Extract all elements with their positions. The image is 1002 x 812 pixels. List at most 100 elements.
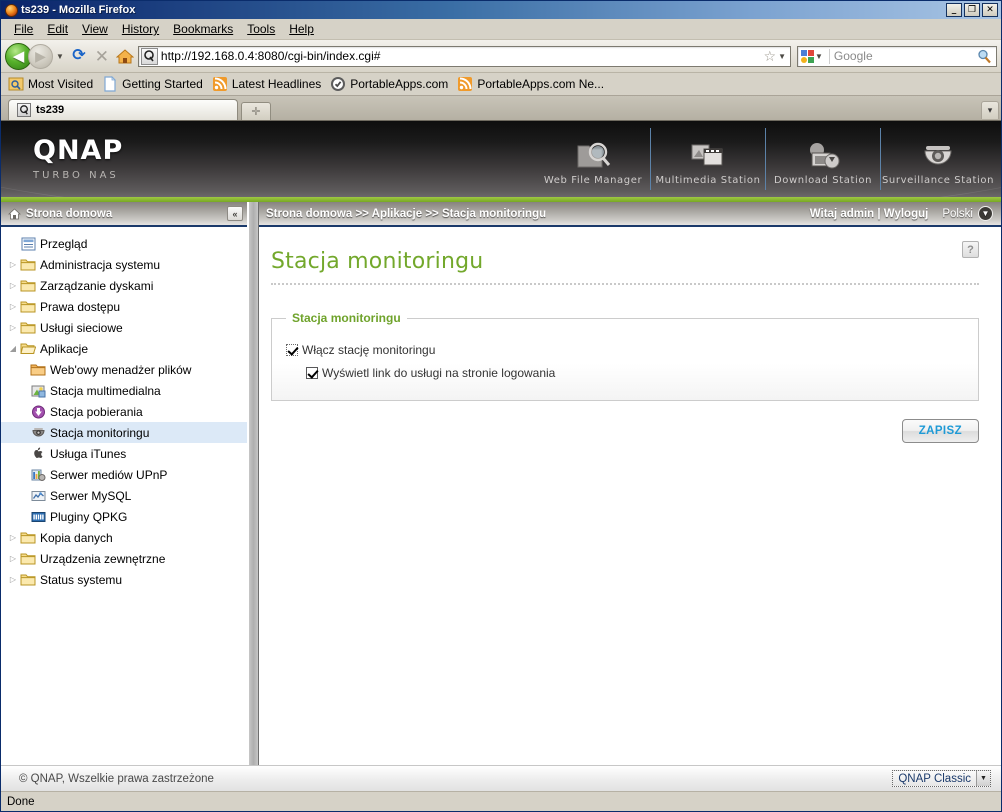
station-web-file-manager[interactable]: Web File Manager xyxy=(536,128,650,190)
sidebar-item-przeglad[interactable]: Przegląd xyxy=(1,233,247,254)
sidebar-item-web-file-manager[interactable]: Web'owy menadżer plików xyxy=(1,359,247,380)
twisty-icon[interactable]: ▷ xyxy=(7,281,19,290)
language-selector[interactable]: Polski ▼ xyxy=(942,206,993,221)
bookmark-portableapps[interactable]: PortableApps.com xyxy=(328,76,455,92)
help-button[interactable]: ? xyxy=(962,241,979,258)
bookmark-label: PortableApps.com Ne... xyxy=(477,77,605,91)
menu-item-bookmarks-label: Bookmarks xyxy=(173,22,234,36)
url-dropdown-icon[interactable]: ▼ xyxy=(778,52,786,61)
twisty-icon[interactable]: ▷ xyxy=(7,554,19,563)
sidebar-item-serwer-mediow-upnp[interactable]: Serwer mediów UPnP xyxy=(1,464,247,485)
twisty-icon[interactable]: ▷ xyxy=(7,533,19,542)
folder-search-icon xyxy=(574,138,612,172)
new-tab-button[interactable]: ✛ xyxy=(241,102,271,120)
maximize-button[interactable]: ❐ xyxy=(964,3,980,17)
station-shortcuts: Web File Manager Multimedia Station Down… xyxy=(536,121,1001,197)
sidebar-item-kopia-danych[interactable]: ▷ Kopia danych xyxy=(1,527,247,548)
menu-item-tools-label: Tools xyxy=(247,22,276,36)
most-visited-icon xyxy=(8,76,24,92)
tab-list-button[interactable]: ▾ xyxy=(981,101,999,119)
bookmark-latest-headlines[interactable]: Latest Headlines xyxy=(210,76,328,92)
station-download[interactable]: Download Station xyxy=(765,128,880,190)
save-button[interactable]: ZAPISZ xyxy=(901,419,979,443)
google-icon-glyph xyxy=(801,49,814,63)
menu-item-help[interactable]: Help xyxy=(282,20,321,38)
station-multimedia[interactable]: Multimedia Station xyxy=(650,128,765,190)
sidebar-collapse-button[interactable]: « xyxy=(227,206,243,221)
menu-item-tools[interactable]: Tools xyxy=(240,20,282,38)
show-login-link-checkbox[interactable] xyxy=(306,367,318,379)
search-input[interactable]: Google xyxy=(834,49,977,63)
twisty-icon[interactable]: ▷ xyxy=(7,323,19,332)
page-title: Stacja monitoringu xyxy=(271,249,484,274)
portableapps-icon xyxy=(330,76,346,92)
sidebar-item-urzadzenia-zewnetrzne[interactable]: ▷ Urządzenia zewnętrzne xyxy=(1,548,247,569)
sidebar-item-zarzadzanie-dyskami[interactable]: ▷ Zarządzanie dyskami xyxy=(1,275,247,296)
twisty-icon[interactable]: ▷ xyxy=(7,575,19,584)
menu-item-view[interactable]: View xyxy=(75,20,115,38)
sidebar-item-prawa-dostepu[interactable]: ▷ Prawa dostępu xyxy=(1,296,247,317)
theme-selector[interactable]: QNAP Classic ▼ xyxy=(892,770,991,787)
folder-icon xyxy=(19,279,37,292)
history-dropdown-icon[interactable]: ▼ xyxy=(56,52,64,61)
bookmark-most-visited[interactable]: Most Visited xyxy=(6,76,100,92)
enable-surveillance-checkbox[interactable] xyxy=(286,344,298,356)
home-icon-glyph xyxy=(115,49,134,64)
sidebar-item-usluga-itunes[interactable]: Usługa iTunes xyxy=(1,443,247,464)
sidebar-item-serwer-mysql[interactable]: Serwer MySQL xyxy=(1,485,247,506)
sidebar-item-uslugi-sieciowe[interactable]: ▷ Usługi sieciowe xyxy=(1,317,247,338)
twisty-icon[interactable]: ◢ xyxy=(7,344,19,353)
qnap-logo[interactable]: QNAP TURBO NAS xyxy=(1,137,123,181)
twisty-icon[interactable]: ▷ xyxy=(7,302,19,311)
menu-item-edit[interactable]: Edit xyxy=(40,20,75,38)
menu-item-help-label: Help xyxy=(289,22,314,36)
bookmark-star-icon[interactable]: ☆ xyxy=(764,48,777,65)
minimize-button[interactable]: _ xyxy=(946,3,962,17)
search-bar[interactable]: ▼ Google xyxy=(797,45,997,67)
sidebar-item-label: Prawa dostępu xyxy=(40,299,121,314)
magnifier-icon-glyph xyxy=(978,49,991,63)
reload-icon[interactable]: ⟳ xyxy=(69,46,89,66)
menu-item-history[interactable]: History xyxy=(115,20,166,38)
show-login-link-row[interactable]: Wyświetl link do usługi na stronie logow… xyxy=(306,366,964,380)
tab-ts239[interactable]: ts239 xyxy=(8,99,238,120)
close-button[interactable]: ✕ xyxy=(982,3,998,17)
user-greeting-logout[interactable]: Witaj admin | Wyloguj xyxy=(810,208,929,220)
search-engine-dropdown-icon[interactable]: ▼ xyxy=(815,52,823,61)
menu-item-bookmarks[interactable]: Bookmarks xyxy=(166,20,240,38)
url-bar[interactable]: http://192.168.0.4:8080/cgi-bin/index.cg… xyxy=(137,45,791,67)
sidebar-item-status-systemu[interactable]: ▷ Status systemu xyxy=(1,569,247,590)
apple-icon xyxy=(29,447,47,461)
menu-item-history-label: History xyxy=(121,22,160,36)
sidebar-item-label: Urządzenia zewnętrzne xyxy=(40,551,166,566)
menu-item-file[interactable]: File xyxy=(7,20,40,38)
enable-surveillance-row[interactable]: Włącz stację monitoringu xyxy=(286,343,964,357)
bookmark-portableapps-news[interactable]: PortableApps.com Ne... xyxy=(455,76,611,92)
theme-label: QNAP Classic xyxy=(898,772,971,785)
bookmark-getting-started[interactable]: Getting Started xyxy=(100,76,210,92)
magnifier-icon[interactable] xyxy=(977,49,992,64)
sidebar-item-aplikacje[interactable]: ◢ Aplikacje xyxy=(1,338,247,359)
breadcrumb[interactable]: Strona domowa >> Aplikacje >> Stacja mon… xyxy=(266,208,546,220)
stop-icon[interactable]: ✕ xyxy=(92,46,112,66)
home-icon[interactable] xyxy=(115,46,135,66)
google-icon[interactable] xyxy=(800,49,815,64)
content-pane: Strona domowa >> Aplikacje >> Stacja mon… xyxy=(259,202,1001,765)
rss-icon xyxy=(212,76,228,92)
sidebar-item-pluginy-qpkg[interactable]: Pluginy QPKG xyxy=(1,506,247,527)
sidebar-resizer[interactable] xyxy=(248,202,259,765)
station-surveillance[interactable]: Surveillance Station xyxy=(880,128,995,190)
twisty-icon[interactable]: ▷ xyxy=(7,260,19,269)
sidebar-item-stacja-multimedialna[interactable]: Stacja multimedialna xyxy=(1,380,247,401)
sidebar-item-stacja-pobierania[interactable]: Stacja pobierania xyxy=(1,401,247,422)
station-label: Surveillance Station xyxy=(881,175,995,186)
bookmark-label: Most Visited xyxy=(28,77,94,91)
page-footer: © QNAP, Wszelkie prawa zastrzeżone QNAP … xyxy=(1,765,1001,791)
sidebar-item-stacja-monitoringu[interactable]: Stacja monitoringu xyxy=(1,422,247,443)
url-text[interactable]: http://192.168.0.4:8080/cgi-bin/index.cg… xyxy=(161,49,762,63)
upnp-icon xyxy=(29,468,47,482)
sidebar-item-administracja-systemu[interactable]: ▷ Administracja systemu xyxy=(1,254,247,275)
title-divider xyxy=(271,282,979,285)
forward-button[interactable]: ▶ xyxy=(28,43,53,69)
browser-window: ts239 - Mozilla Firefox _ ❐ ✕ File Edit … xyxy=(0,0,1002,812)
